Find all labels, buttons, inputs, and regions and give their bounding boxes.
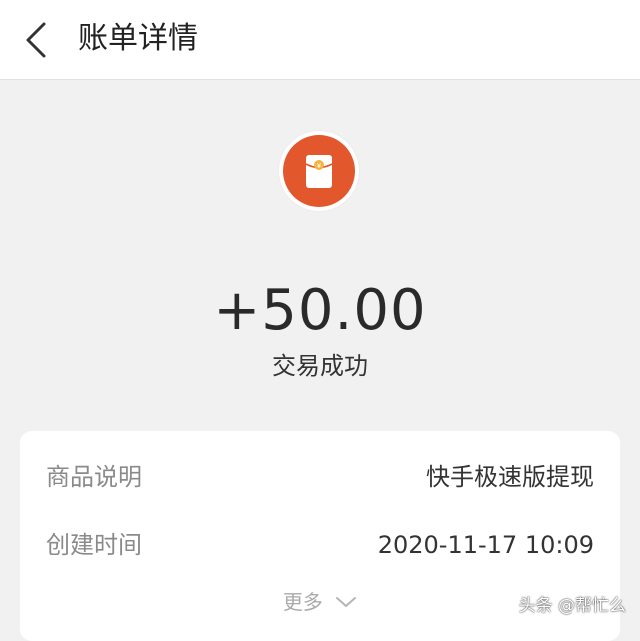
transaction-status: 交易成功 [272,352,368,380]
detail-row-created-time: 创建时间 2020-11-17 10:09 [46,527,594,563]
detail-value: 2020-11-17 10:09 [377,531,594,559]
detail-label: 创建时间 [46,531,142,559]
svg-text:¥: ¥ [317,162,322,170]
top-bar: 账单详情 [0,0,640,80]
detail-label: 商品说明 [46,463,142,491]
watermark: 头条 @帮忙么 [518,596,626,616]
more-label: 更多 [282,590,323,614]
page-title: 账单详情 [78,21,198,56]
chevron-left-icon [18,18,58,62]
red-envelope-icon: ¥ [283,135,355,207]
back-button[interactable] [18,18,58,62]
transaction-icon-frame: ¥ [279,131,359,211]
detail-value: 快手极速版提现 [426,463,594,491]
transaction-amount: +50.00 [213,278,427,343]
chevron-down-icon [335,587,357,617]
detail-row-product: 商品说明 快手极速版提现 [46,459,594,495]
